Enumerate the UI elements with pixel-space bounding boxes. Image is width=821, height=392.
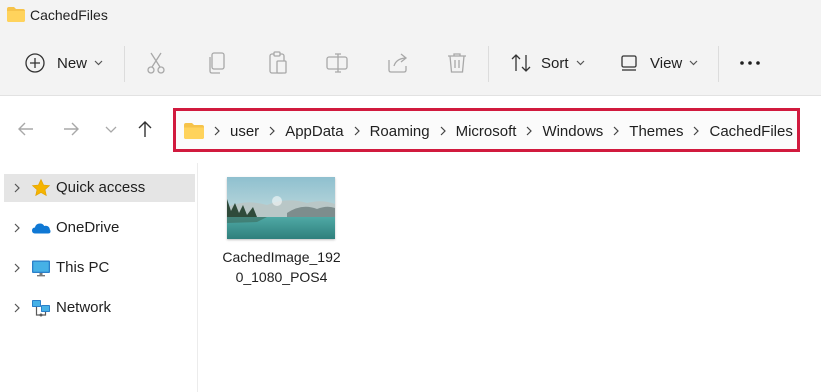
rename-icon[interactable] — [324, 50, 350, 76]
view-label: View — [650, 54, 683, 72]
plus-circle-icon — [25, 53, 45, 73]
chevron-right-icon[interactable] — [13, 182, 21, 194]
new-button[interactable]: New — [24, 46, 103, 80]
sidebar-item-label: OneDrive — [56, 219, 120, 236]
breadcrumb-item[interactable]: Windows — [542, 123, 603, 140]
chevron-right-icon[interactable] — [525, 125, 533, 137]
image-thumbnail — [227, 177, 335, 239]
chevron-right-icon[interactable] — [13, 302, 21, 314]
toolbar-divider — [488, 46, 489, 82]
sort-button[interactable]: Sort — [510, 46, 585, 80]
up-arrow-icon[interactable] — [135, 119, 155, 139]
new-label: New — [57, 54, 88, 72]
breadcrumb-item[interactable]: AppData — [285, 123, 343, 140]
window-title: CachedFiles — [30, 7, 108, 23]
sidebar-item-network[interactable]: Network — [4, 294, 195, 322]
chevron-right-icon[interactable] — [13, 262, 21, 274]
star-icon — [31, 178, 51, 197]
folder-icon — [7, 7, 25, 22]
back-arrow-icon[interactable] — [16, 119, 36, 139]
sidebar-item-onedrive[interactable]: OneDrive — [4, 214, 195, 242]
chevron-right-icon[interactable] — [268, 125, 276, 137]
chevron-right-icon[interactable] — [439, 125, 447, 137]
breadcrumb: user AppData Roaming Microsoft Windows Themes… — [184, 121, 793, 141]
network-icon — [32, 300, 50, 317]
landscape-thumbnail-image — [227, 177, 335, 239]
view-button[interactable]: View — [619, 46, 698, 80]
sidebar-item-label: Quick access — [56, 179, 146, 196]
file-item[interactable]: CachedImage_1920_1080_POS4 — [219, 173, 349, 291]
sidebar-item-label: This PC — [56, 259, 110, 276]
address-bar[interactable]: user AppData Roaming Microsoft Windows Themes… — [173, 108, 800, 152]
breadcrumb-item[interactable]: Roaming — [370, 123, 430, 140]
breadcrumb-item[interactable]: Themes — [629, 123, 683, 140]
view-icon — [621, 55, 637, 71]
copy-icon[interactable] — [204, 50, 230, 76]
breadcrumb-item[interactable]: CachedFiles — [709, 123, 792, 140]
chevron-right-icon[interactable] — [213, 125, 221, 137]
breadcrumb-item[interactable]: user — [230, 123, 259, 140]
paste-icon[interactable] — [265, 50, 291, 76]
sidebar-item-this-pc[interactable]: This PC — [4, 254, 195, 282]
more-icon[interactable] — [737, 50, 763, 76]
chevron-right-icon[interactable] — [353, 125, 361, 137]
navigation-bar: user AppData Roaming Microsoft Windows Themes… — [0, 97, 821, 161]
recent-locations-chevron-icon[interactable] — [101, 119, 121, 139]
chevron-right-icon[interactable] — [612, 125, 620, 137]
sort-label: Sort — [541, 54, 569, 72]
cloud-icon — [32, 223, 51, 234]
command-bar: New Sort View — [0, 32, 821, 96]
file-list: CachedImage_1920_1080_POS4 — [199, 163, 821, 392]
title-bar: CachedFiles — [0, 0, 821, 32]
chevron-down-icon — [576, 60, 584, 66]
delete-icon[interactable] — [444, 50, 470, 76]
breadcrumb-item[interactable]: Microsoft — [456, 123, 517, 140]
navigation-pane: Quick access OneDrive This PC Network — [0, 163, 198, 392]
sort-icon — [511, 54, 531, 72]
cut-icon[interactable] — [143, 50, 169, 76]
share-icon[interactable] — [385, 50, 411, 76]
folder-icon — [184, 123, 204, 139]
toolbar-divider — [124, 46, 125, 82]
sidebar-item-quick-access[interactable]: Quick access — [4, 174, 195, 202]
chevron-right-icon[interactable] — [692, 125, 700, 137]
file-name: CachedImage_1920_1080_POS4 — [222, 249, 341, 285]
chevron-down-icon — [689, 60, 698, 66]
forward-arrow-icon[interactable] — [61, 119, 81, 139]
sidebar-item-label: Network — [56, 299, 112, 316]
monitor-icon — [32, 260, 50, 277]
chevron-right-icon[interactable] — [13, 222, 21, 234]
toolbar-divider — [718, 46, 719, 82]
chevron-down-icon — [94, 60, 103, 66]
